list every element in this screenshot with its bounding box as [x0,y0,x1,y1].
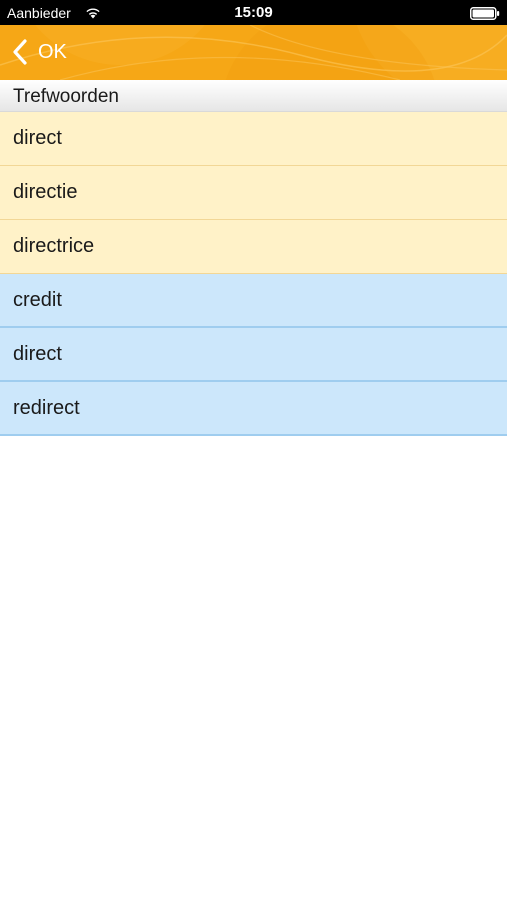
list-item-label: direct [13,127,62,149]
back-button-label: OK [38,41,67,63]
list-item[interactable]: credit [0,274,507,328]
list-item-label: credit [13,289,62,311]
list-item-label: directie [13,181,78,203]
chevron-left-icon [13,39,27,65]
status-time: 15:09 [234,4,273,21]
list-item[interactable]: directie [0,166,507,220]
section-header-title: Trefwoorden [13,86,119,107]
keyword-list: direct directie directrice credit direct… [0,112,507,436]
section-header: Trefwoorden [0,80,507,112]
list-item[interactable]: direct [0,328,507,382]
list-item[interactable]: directrice [0,220,507,274]
battery-icon [470,7,500,20]
nav-background-pattern [0,25,507,80]
list-item-label: directrice [13,235,95,257]
status-bar: Aanbieder 15:09 [0,0,507,25]
list-item[interactable]: redirect [0,382,507,436]
list-item-label: direct [13,343,62,365]
list-item[interactable]: direct [0,112,507,166]
navigation-bar: OK [0,25,507,80]
list-item-label: redirect [13,397,80,419]
back-button[interactable]: OK [12,35,67,69]
